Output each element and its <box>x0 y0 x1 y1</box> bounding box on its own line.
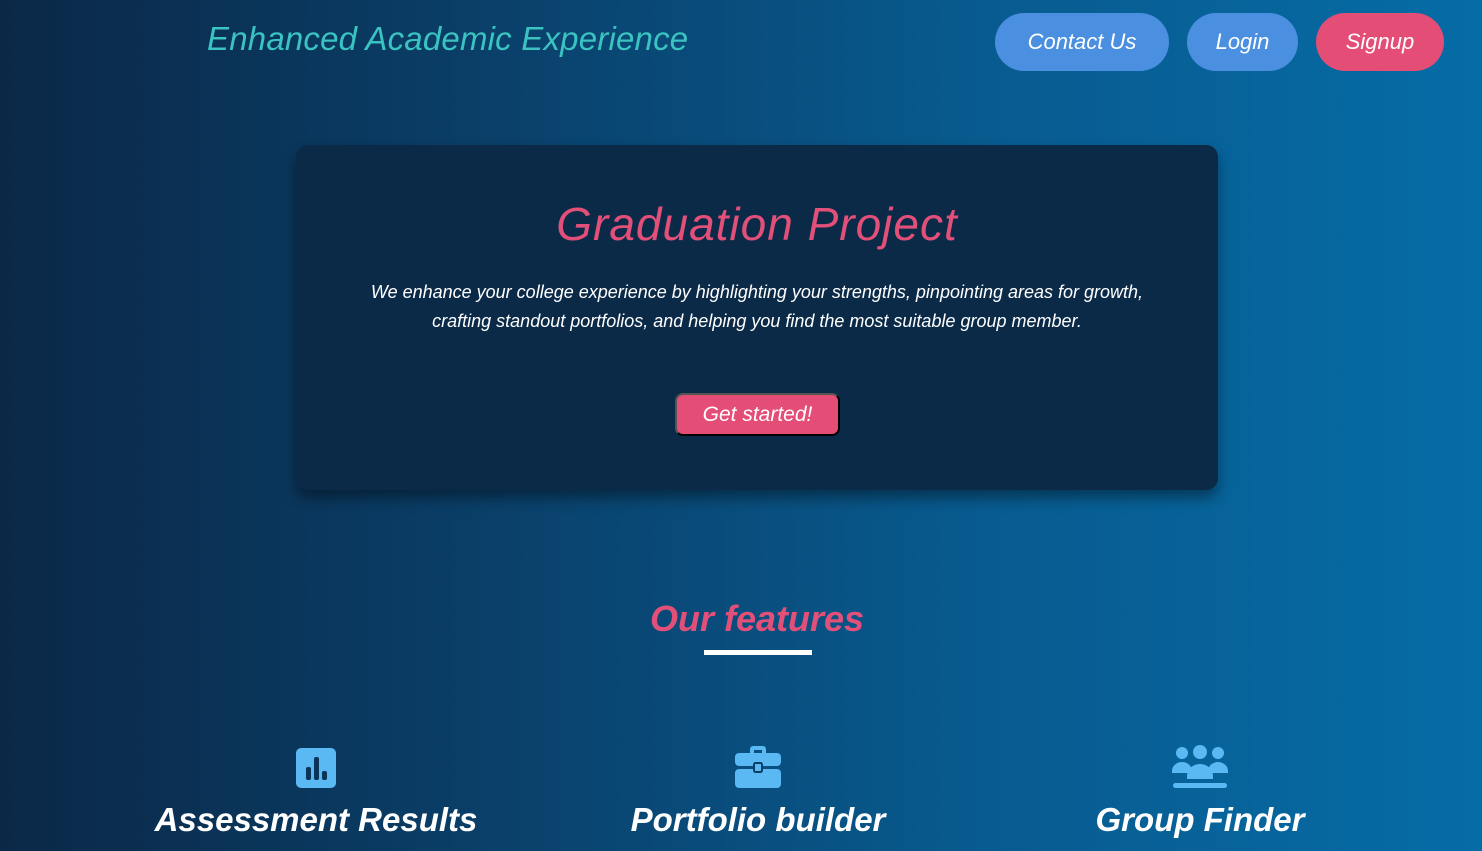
hero-description: We enhance your college experience by hi… <box>370 282 1144 331</box>
hero-card: Graduation Project We enhance your colle… <box>296 145 1218 490</box>
feature-group-finder[interactable]: Group Finder <box>1000 745 1400 839</box>
feature-label: Portfolio builder <box>630 801 886 838</box>
users-icon <box>1172 745 1228 788</box>
login-button[interactable]: Login <box>1187 13 1298 71</box>
hero-title: Graduation Project <box>556 198 958 250</box>
brand-title[interactable]: Enhanced Academic Experience <box>207 20 688 58</box>
bar-chart-icon <box>296 748 336 788</box>
get-started-button[interactable]: Get started! <box>675 393 840 436</box>
feature-portfolio-builder[interactable]: Portfolio builder <box>558 745 958 839</box>
feature-label: Group Finder <box>1095 801 1305 838</box>
signup-button[interactable]: Signup <box>1316 13 1444 71</box>
contact-us-button[interactable]: Contact Us <box>995 13 1169 71</box>
top-navigation-bar: Enhanced Academic Experience Contact Us … <box>0 0 1482 84</box>
feature-label: Assessment Results <box>154 801 478 838</box>
briefcase-icon <box>735 746 781 788</box>
feature-assessment-results[interactable]: Assessment Results <box>116 745 516 839</box>
features-heading-underline <box>704 650 812 655</box>
features-heading: Our features <box>649 598 865 639</box>
